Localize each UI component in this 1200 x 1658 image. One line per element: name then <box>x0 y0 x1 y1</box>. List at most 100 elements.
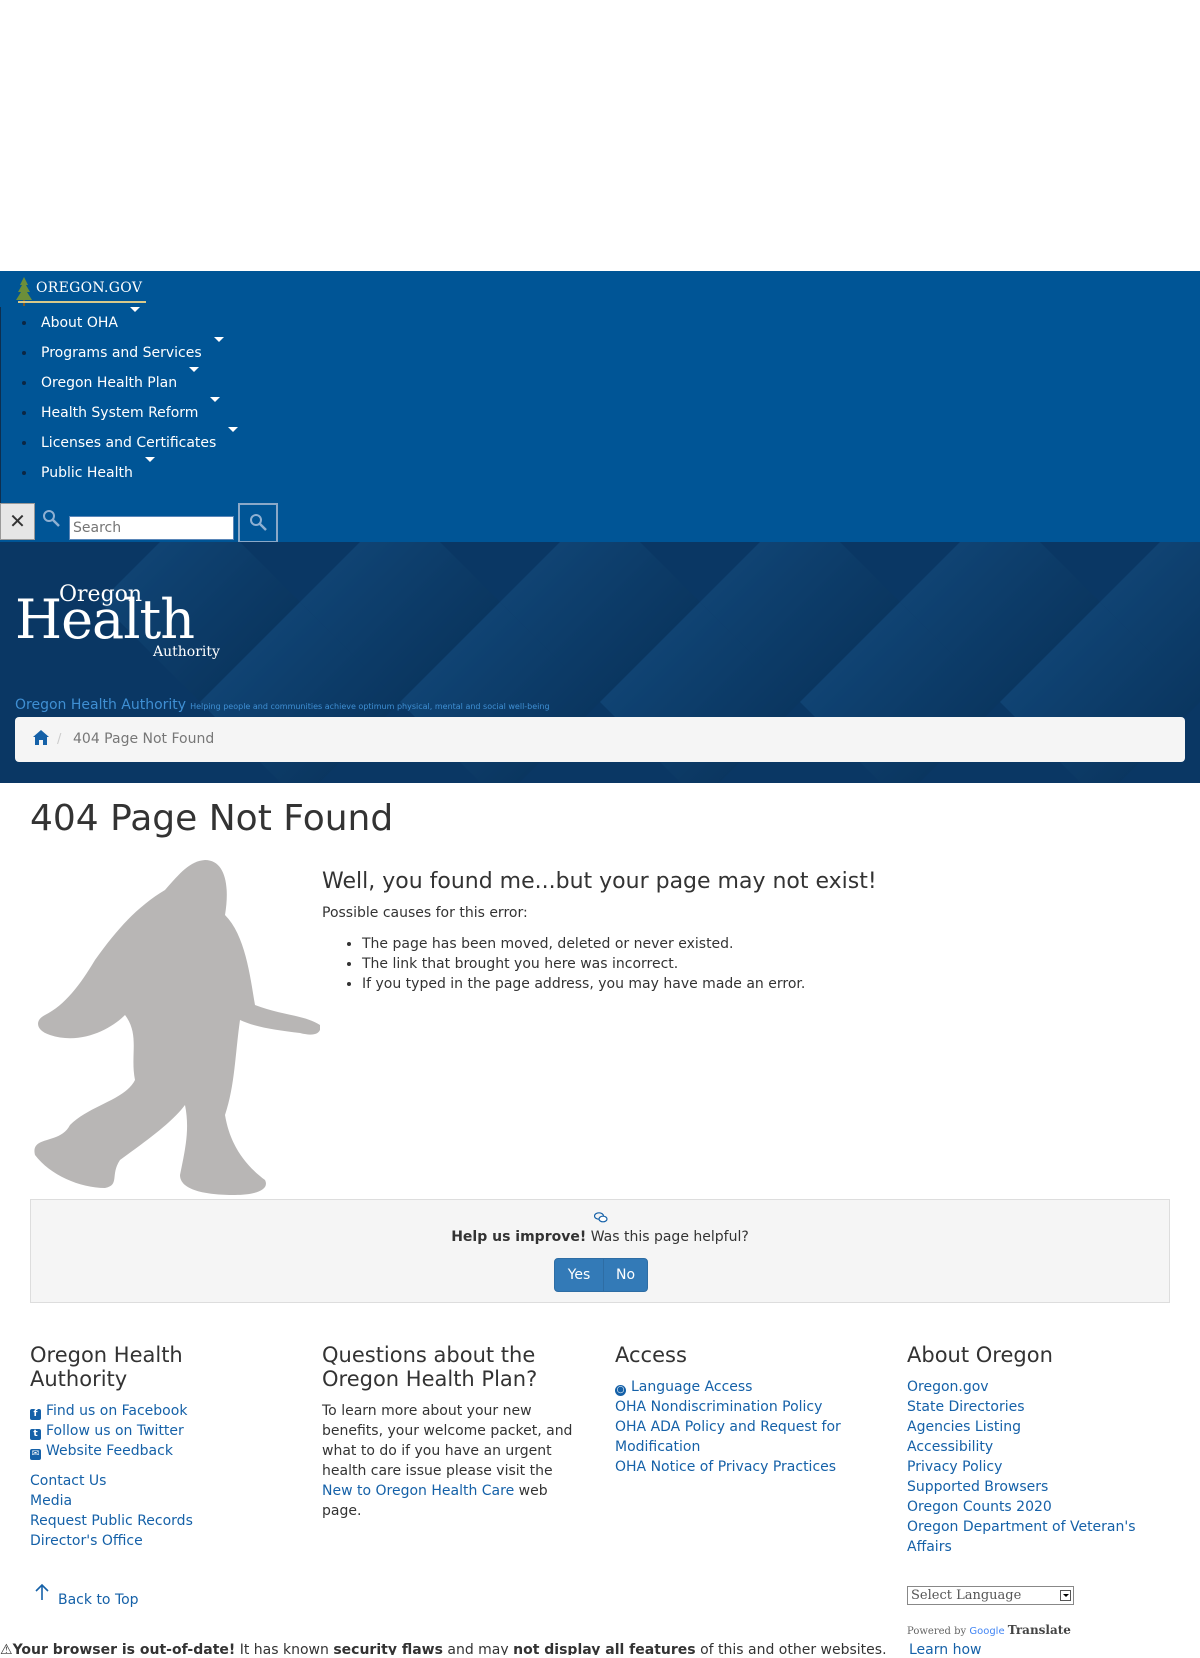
language-select[interactable]: Select Language <box>907 1586 1074 1605</box>
feedback-question-text: Was this page helpful? <box>586 1229 749 1245</box>
outdated-bold-1: Your browser is out-of-date! <box>12 1642 236 1655</box>
search-submit-button[interactable] <box>238 503 278 543</box>
list-item: The page has been moved, deleted or neve… <box>362 934 805 954</box>
powered-by-google-translate: Powered by Google Translate <box>907 1623 1071 1637</box>
footer-col-oha: Oregon Health Authority f Find us on Face… <box>30 1343 280 1551</box>
feedback-panel: Help us improve! Was this page helpful? … <box>30 1199 1170 1303</box>
privacy-notice-link[interactable]: OHA Notice of Privacy Practices <box>615 1457 875 1477</box>
chevron-down-icon <box>1060 1590 1071 1601</box>
footer-col-ohp: Questions about the Oregon Health Plan? … <box>322 1343 582 1521</box>
search-input[interactable] <box>69 516 234 540</box>
back-to-top-label: Back to Top <box>58 1592 139 1608</box>
feedback-question: Help us improve! Was this page helpful? <box>31 1229 1169 1245</box>
contact-us-link[interactable]: Contact Us <box>30 1471 280 1491</box>
caret-down-icon[interactable] <box>189 367 200 372</box>
oregon-counts-link[interactable]: Oregon Counts 2020 <box>907 1497 1167 1517</box>
tree-icon <box>16 277 32 306</box>
yes-button[interactable]: Yes <box>554 1258 604 1292</box>
link-label: Website Feedback <box>46 1443 173 1459</box>
nav-item-oregon-health-plan[interactable]: Oregon Health Plan <box>1 367 238 397</box>
error-heading: Well, you found me...but your page may n… <box>322 869 877 894</box>
nav-item-label: About OHA <box>41 315 118 331</box>
caret-down-icon[interactable] <box>228 427 239 432</box>
facebook-icon: f <box>30 1409 41 1420</box>
oregon-gov-logo-text: OREGON.GOV <box>36 280 143 296</box>
powered-by-text: Powered by <box>907 1626 967 1637</box>
main-nav-list: About OHA Programs and Services Oregon H… <box>0 307 239 507</box>
nav-item-label: Programs and Services <box>41 345 202 361</box>
outdated-text-4: and may <box>442 1642 514 1655</box>
no-button[interactable]: No <box>603 1258 648 1292</box>
outdated-text-2: It has known <box>235 1642 334 1655</box>
outdated-bold-5: not display all features <box>513 1642 696 1655</box>
page-banner: Oregon Health Authority Oregon Health Au… <box>0 542 1200 783</box>
envelope-icon: ✉ <box>30 1449 41 1460</box>
oha-logo[interactable]: Oregon Health Authority <box>15 582 225 662</box>
directors-office-link[interactable]: Director's Office <box>30 1531 280 1551</box>
google-logo[interactable]: Google <box>969 1626 1004 1637</box>
translate-text: Translate <box>1007 1623 1071 1637</box>
feedback-button-group: Yes No <box>554 1258 648 1292</box>
website-feedback-link[interactable]: ✉ Website Feedback <box>30 1441 280 1461</box>
list-item: The link that brought you here was incor… <box>362 954 805 974</box>
request-public-records-link[interactable]: Request Public Records <box>30 1511 280 1531</box>
nondiscrimination-link[interactable]: OHA Nondiscrimination Policy <box>615 1397 875 1417</box>
nav-item-label: Licenses and Certificates <box>41 435 217 451</box>
twitter-icon: t <box>30 1429 41 1440</box>
home-icon[interactable] <box>32 729 50 747</box>
nav-item-label: Health System Reform <box>41 405 199 421</box>
outdated-text-6: of this and other websites. <box>695 1642 887 1655</box>
link-label: Follow us on Twitter <box>46 1423 184 1439</box>
ohp-text-before: To learn more about your new benefits, y… <box>322 1403 573 1479</box>
search-icon <box>250 514 267 531</box>
state-directories-link[interactable]: State Directories <box>907 1397 1167 1417</box>
facebook-link[interactable]: f Find us on Facebook <box>30 1401 280 1421</box>
agencies-listing-link[interactable]: Agencies Listing <box>907 1417 1167 1437</box>
error-intro: Possible causes for this error: <box>322 905 528 921</box>
logo-health-text: Health <box>15 588 195 651</box>
twitter-link[interactable]: t Follow us on Twitter <box>30 1421 280 1441</box>
outdated-browser-notice: ⚠Your browser is out-of-date! It has kno… <box>0 1642 1200 1655</box>
caret-down-icon[interactable] <box>144 457 155 462</box>
privacy-policy-link[interactable]: Privacy Policy <box>907 1457 1167 1477</box>
supported-browsers-link[interactable]: Supported Browsers <box>907 1477 1167 1497</box>
error-causes-list: The page has been moved, deleted or neve… <box>322 934 805 994</box>
caret-down-icon[interactable] <box>210 397 221 402</box>
footer-heading: Access <box>615 1343 687 1367</box>
close-search-button[interactable]: ✕ <box>0 503 35 540</box>
site-name-text: Oregon Health Authority <box>15 697 187 713</box>
caret-down-icon[interactable] <box>129 307 140 312</box>
footer-heading: About Oregon <box>907 1343 1053 1367</box>
nav-item-about-oha[interactable]: About OHA <box>1 307 238 337</box>
nav-item-public-health[interactable]: Public Health <box>1 457 238 487</box>
footer-heading: Oregon Health Authority <box>30 1343 183 1391</box>
arrow-up-icon <box>35 1583 49 1600</box>
feedback-bold: Help us improve! <box>451 1229 587 1245</box>
logo-authority-text: Authority <box>153 644 220 660</box>
caret-down-icon[interactable] <box>213 337 224 342</box>
nav-item-licenses-and-certificates[interactable]: Licenses and Certificates <box>1 427 239 457</box>
globe-icon: ○ <box>615 1385 626 1396</box>
footer-col-access: Access ○ Language Access OHA Nondiscrimin… <box>615 1343 875 1477</box>
logo-swoosh <box>18 301 146 303</box>
comments-icon <box>594 1212 608 1223</box>
oregon-gov-link[interactable]: Oregon.gov <box>907 1377 1167 1397</box>
veterans-affairs-link[interactable]: Oregon Department of Veteran's Affairs <box>907 1517 1167 1557</box>
nav-item-programs-and-services[interactable]: Programs and Services <box>1 337 238 367</box>
nav-item-health-system-reform[interactable]: Health System Reform <box>1 397 238 427</box>
list-item: If you typed in the page address, you ma… <box>362 974 805 994</box>
accessibility-link[interactable]: Accessibility <box>907 1437 1167 1457</box>
language-access-link[interactable]: ○ Language Access <box>615 1377 875 1397</box>
learn-how-link[interactable]: Learn how <box>909 1642 981 1658</box>
bigfoot-illustration <box>34 860 320 1195</box>
page-title: 404 Page Not Found <box>30 798 394 839</box>
warning-icon: ⚠ <box>0 1642 13 1655</box>
oregon-gov-logo[interactable]: OREGON.GOV <box>6 275 146 311</box>
breadcrumb-current: 404 Page Not Found <box>73 731 215 747</box>
language-select-value: Select Language <box>911 1588 1022 1603</box>
new-to-ohc-link[interactable]: New to Oregon Health Care <box>322 1483 514 1499</box>
ada-policy-link[interactable]: OHA ADA Policy and Request for Modificat… <box>615 1417 875 1457</box>
media-link[interactable]: Media <box>30 1491 280 1511</box>
site-name[interactable]: Oregon Health Authority Helping people an… <box>15 697 550 713</box>
